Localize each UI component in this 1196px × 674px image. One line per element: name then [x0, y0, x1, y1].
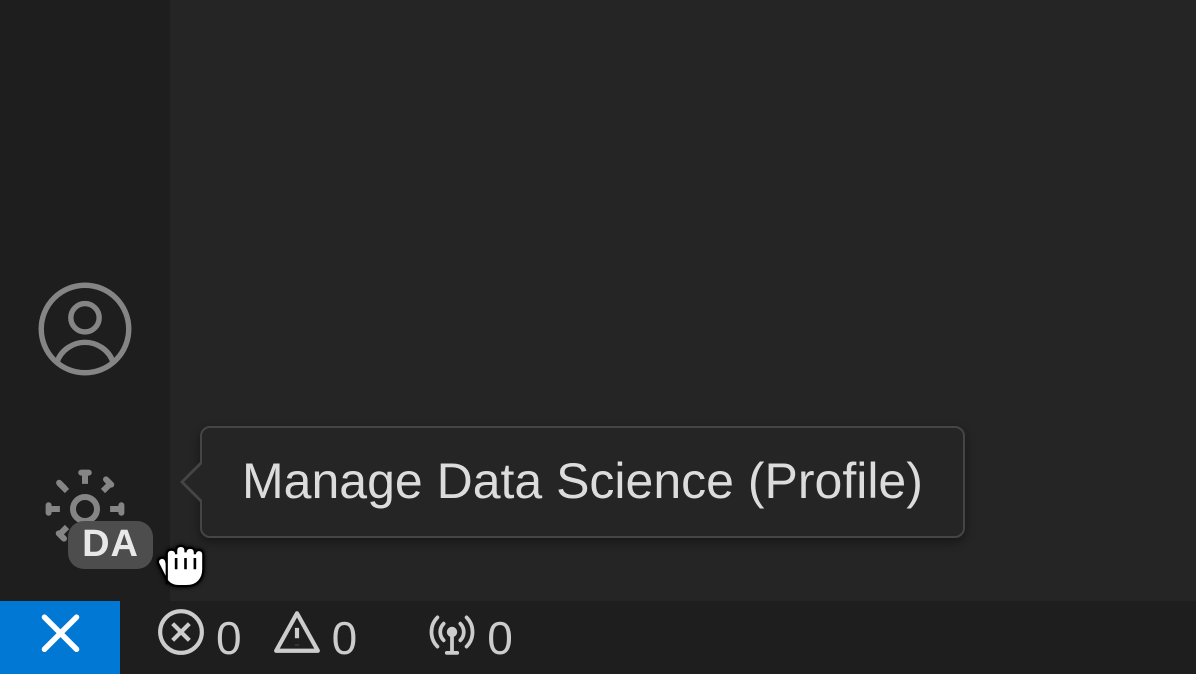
accounts-button[interactable] — [25, 271, 145, 391]
warning-icon — [272, 607, 322, 668]
manage-tooltip: Manage Data Science (Profile) — [200, 426, 965, 538]
remote-window-button[interactable] — [0, 601, 120, 674]
problems-errors-item[interactable]: 0 0 — [156, 607, 357, 668]
remote-icon — [33, 608, 88, 668]
activity-bar: DA — [0, 0, 170, 601]
accounts-icon — [35, 279, 135, 384]
radio-tower-icon — [427, 607, 477, 668]
warnings-count: 0 — [332, 611, 358, 665]
errors-count: 0 — [216, 611, 242, 665]
profile-badge: DA — [68, 521, 153, 569]
status-bar: 0 0 0 — [0, 601, 1196, 674]
forwarded-ports-item[interactable]: 0 — [427, 607, 513, 668]
ports-count: 0 — [487, 611, 513, 665]
error-icon — [156, 607, 206, 668]
manage-gear-button[interactable]: DA — [25, 451, 145, 571]
tooltip-text: Manage Data Science (Profile) — [242, 453, 923, 509]
